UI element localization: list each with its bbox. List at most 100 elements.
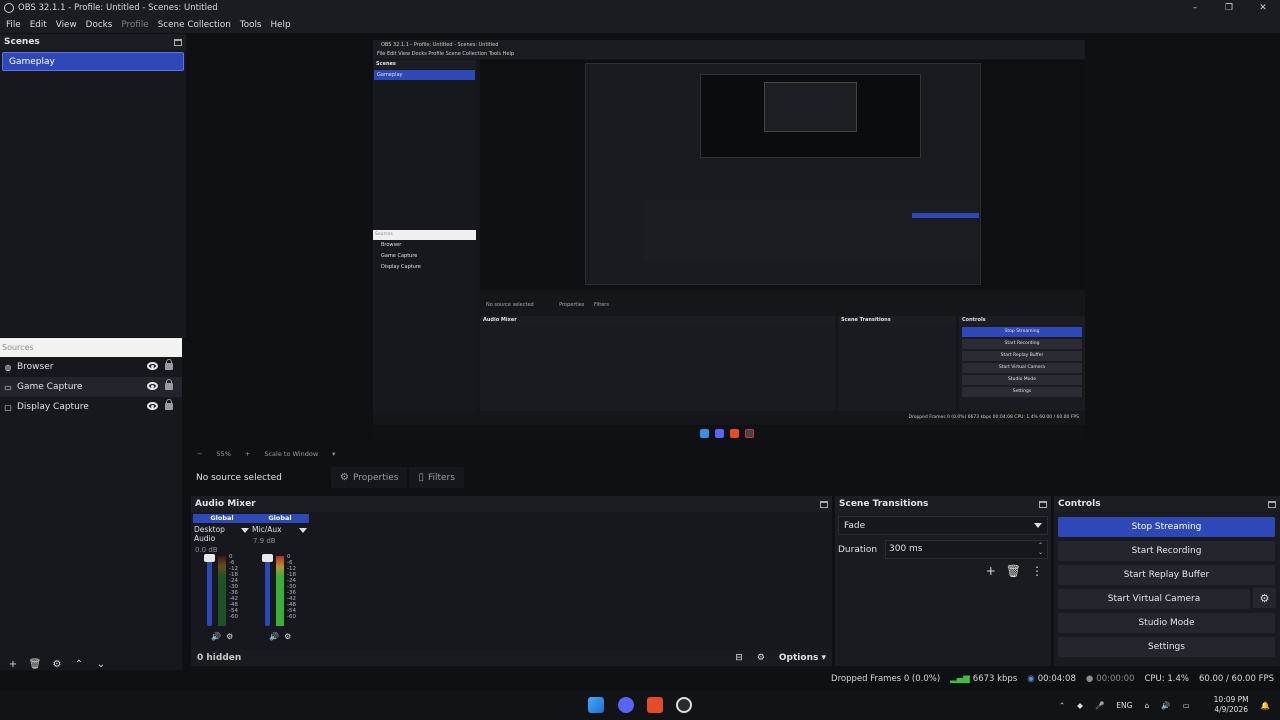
nested-mixer: Audio Mixer xyxy=(480,316,835,411)
close-icon[interactable]: ✕ xyxy=(1246,0,1280,16)
clock-time: 10:09 PM xyxy=(1213,695,1249,704)
minimize-icon[interactable]: – xyxy=(1178,0,1212,16)
source-label: Game Capture xyxy=(17,382,83,392)
tray-app-icon[interactable]: ◆ xyxy=(1077,701,1083,710)
undock-icon[interactable] xyxy=(820,500,828,508)
studio-mode-button[interactable]: Studio Mode xyxy=(1058,613,1275,633)
scenes-dock-title: Scenes xyxy=(4,37,40,47)
move-up-icon[interactable]: ⌃ xyxy=(68,659,90,670)
mixer-dock-title: Audio Mixer xyxy=(195,499,256,509)
discord-icon[interactable] xyxy=(618,697,634,713)
virtual-camera-gear-icon[interactable]: ⚙ xyxy=(1253,588,1276,608)
undock-icon[interactable] xyxy=(1039,500,1047,508)
source-item-browser[interactable]: ◍ Browser xyxy=(0,357,182,377)
preview-canvas[interactable]: OBS 32.1.1 - Profile: Untitled - Scenes:… xyxy=(373,40,1085,442)
windows-start-icon[interactable] xyxy=(588,697,604,713)
move-down-icon[interactable]: ⌄ xyxy=(90,659,112,670)
menu-tools[interactable]: Tools xyxy=(240,20,262,30)
start-replay-buffer-button[interactable]: Start Replay Buffer xyxy=(1058,565,1275,585)
zoom-in-icon[interactable]: + xyxy=(245,450,250,458)
menu-bar: File Edit View Docks Profile Scene Colle… xyxy=(0,16,1280,33)
mixer-channel-desktop-audio: Global Desktop Audio 0.0 dB 0 -6 -12 -18… xyxy=(193,514,251,648)
filters-button[interactable]: ▯ Filters xyxy=(409,467,464,488)
chevron-down-icon xyxy=(299,528,307,533)
layout-icon[interactable]: ⊟ xyxy=(735,653,743,663)
volume-fader[interactable] xyxy=(265,556,270,626)
add-transition-icon[interactable]: + xyxy=(986,564,996,578)
sources-dock-title: Sources xyxy=(0,338,182,357)
filters-label: Filters xyxy=(427,472,455,483)
volume-fader[interactable] xyxy=(207,556,212,626)
obs-taskbar-icon[interactable] xyxy=(676,697,692,713)
meter-scale: 0 -6 -12 -18 -24 -30 -36 -42 -48 -54 -60 xyxy=(287,554,296,620)
start-recording-button[interactable]: Start Recording xyxy=(1058,541,1275,561)
remove-transition-icon[interactable]: 🗑 xyxy=(1006,564,1021,578)
menu-scene-collection[interactable]: Scene Collection xyxy=(158,20,231,30)
undock-icon[interactable] xyxy=(1268,500,1276,508)
scene-item-gameplay[interactable]: Gameplay xyxy=(2,52,184,71)
notification-icon[interactable]: 🔔 xyxy=(1261,701,1270,710)
nested-no-source: No source selected xyxy=(486,302,534,308)
sources-dock: Sources ◍ Browser ▭ Game Capture ▢ Displ… xyxy=(0,338,182,672)
speaker-icon[interactable]: 🔊 xyxy=(269,632,279,641)
nested-inner-mixer xyxy=(644,201,977,261)
clock[interactable]: 10:09 PM 4/9/2026 xyxy=(1202,695,1249,715)
channel-name-select[interactable]: Mic/Aux xyxy=(251,523,309,534)
network-icon[interactable]: ⌂ xyxy=(1144,701,1149,710)
fader-knob[interactable] xyxy=(262,554,273,562)
menu-edit[interactable]: Edit xyxy=(30,20,47,30)
trash-icon[interactable]: 🗑 xyxy=(24,659,46,670)
options-button[interactable]: Options ▾ xyxy=(779,653,826,663)
channel-name-select[interactable]: Desktop Audio xyxy=(193,523,251,543)
microphone-icon[interactable]: 🎤 xyxy=(1095,701,1104,710)
source-item-game-capture[interactable]: ▭ Game Capture xyxy=(0,377,182,397)
advanced-audio-icon[interactable]: ⚙ xyxy=(757,653,765,663)
visibility-eye-icon[interactable] xyxy=(147,402,158,410)
record-time: 00:00:00 xyxy=(1096,674,1135,684)
scale-mode-select[interactable]: Scale to Window xyxy=(264,450,318,458)
battery-icon[interactable]: ▭ xyxy=(1183,701,1190,710)
spin-arrows-icon[interactable]: ⌃ ⌄ xyxy=(1038,542,1043,556)
maximize-icon[interactable]: ❐ xyxy=(1212,0,1246,16)
lock-icon[interactable] xyxy=(165,359,173,370)
speaker-icon[interactable]: 🔊 xyxy=(211,632,221,641)
duration-spinbox[interactable]: 300 ms ⌃ ⌄ xyxy=(885,540,1048,559)
undock-icon[interactable] xyxy=(174,38,182,46)
duration-value: 300 ms xyxy=(889,544,923,554)
channel-name: Desktop Audio xyxy=(194,525,225,543)
channel-gear-icon[interactable]: ⚙ xyxy=(284,632,291,641)
more-options-icon[interactable]: ⋮ xyxy=(1031,564,1043,578)
menu-view[interactable]: View xyxy=(56,20,77,30)
stop-streaming-button[interactable]: Stop Streaming xyxy=(1058,517,1275,537)
controls-dock-header: Controls xyxy=(1054,496,1280,512)
menu-file[interactable]: File xyxy=(6,20,21,30)
settings-button[interactable]: Settings xyxy=(1058,637,1275,657)
volume-icon[interactable]: 🔊 xyxy=(1161,701,1170,710)
lock-icon[interactable] xyxy=(165,399,173,410)
gear-icon[interactable]: ⚙ xyxy=(46,659,68,670)
chevron-down-icon[interactable]: ▾ xyxy=(332,450,335,458)
menu-help[interactable]: Help xyxy=(271,20,291,30)
lock-icon[interactable] xyxy=(165,379,173,390)
source-label: Display Capture xyxy=(17,402,89,412)
menu-profile[interactable]: Profile xyxy=(121,20,148,30)
language-indicator[interactable]: ENG xyxy=(1116,701,1132,710)
nested-properties: Properties xyxy=(559,302,585,308)
source-item-display-capture[interactable]: ▢ Display Capture xyxy=(0,397,182,417)
duration-row: Duration 300 ms ⌃ ⌄ xyxy=(835,540,1051,559)
visibility-eye-icon[interactable] xyxy=(147,362,158,370)
fader-knob[interactable] xyxy=(204,554,215,562)
start-virtual-camera-button[interactable]: Start Virtual Camera xyxy=(1058,589,1250,609)
nested-deep-canvas xyxy=(700,74,921,158)
add-icon[interactable]: + xyxy=(2,659,24,670)
brave-browser-icon[interactable] xyxy=(647,697,663,713)
tray-chevron-up-icon[interactable]: ⌃ xyxy=(1059,701,1065,710)
record-icon: ● xyxy=(1085,674,1094,684)
visibility-eye-icon[interactable] xyxy=(147,382,158,390)
nested-filters: Filters xyxy=(593,302,609,308)
zoom-out-icon[interactable]: − xyxy=(197,450,202,458)
transition-select[interactable]: Fade xyxy=(838,516,1048,535)
channel-gear-icon[interactable]: ⚙ xyxy=(226,632,233,641)
menu-docks[interactable]: Docks xyxy=(86,20,113,30)
properties-button[interactable]: ⚙ Properties xyxy=(331,467,408,488)
